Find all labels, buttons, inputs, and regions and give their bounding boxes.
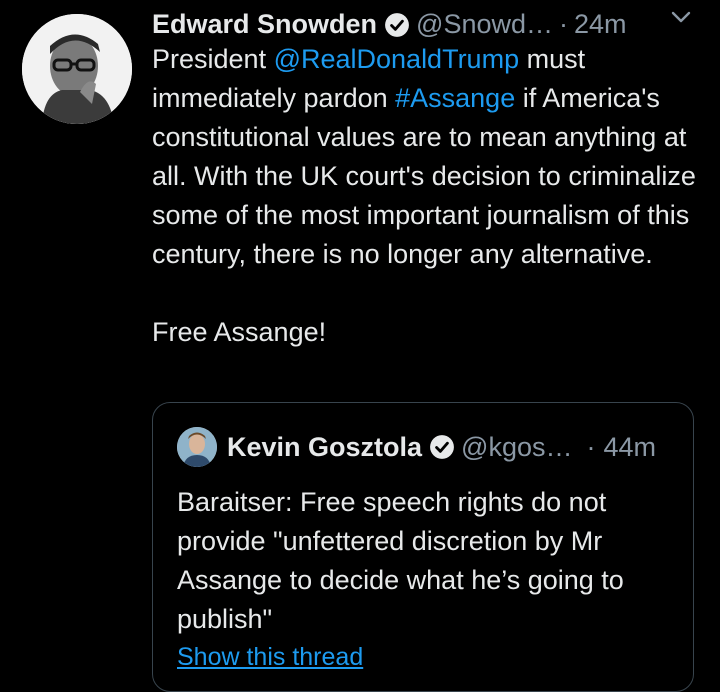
quoted-tweet-header: Kevin Gosztola @kgos… · 44m xyxy=(177,427,687,467)
quoted-tweet-body: Baraitser: Free speech rights do not pro… xyxy=(177,487,624,634)
verified-badge-icon xyxy=(384,11,410,37)
tweet-body: President @RealDonaldTrump must immediat… xyxy=(152,40,702,352)
author-handle[interactable]: @Snowd… xyxy=(416,6,553,42)
quoted-author-avatar xyxy=(177,427,217,467)
verified-badge-icon xyxy=(429,434,455,460)
separator-dot: · xyxy=(559,9,568,39)
quoted-author-name[interactable]: Kevin Gosztola xyxy=(227,432,422,463)
author-avatar[interactable] xyxy=(22,14,132,124)
show-thread-link[interactable]: Show this thread xyxy=(177,643,363,672)
separator-dot: · xyxy=(586,431,596,462)
chevron-down-icon[interactable] xyxy=(670,8,692,26)
hashtag-link[interactable]: #Assange xyxy=(395,83,515,113)
quoted-tweet-timestamp[interactable]: 44m xyxy=(604,432,657,463)
tweet-text-segment: President xyxy=(152,44,274,74)
tweet-text-segment: if America's constitutional values are t… xyxy=(152,83,696,347)
quoted-author-handle[interactable]: @kgos… xyxy=(461,432,572,463)
author-name[interactable]: Edward Snowden xyxy=(152,6,377,42)
tweet-timestamp[interactable]: 24m xyxy=(574,6,627,42)
quoted-tweet-card[interactable]: Kevin Gosztola @kgos… · 44m Baraitser: F… xyxy=(152,402,694,692)
mention-link[interactable]: @RealDonaldTrump xyxy=(274,44,520,74)
tweet-header: Edward Snowden @Snowd… · 24m xyxy=(152,6,712,42)
